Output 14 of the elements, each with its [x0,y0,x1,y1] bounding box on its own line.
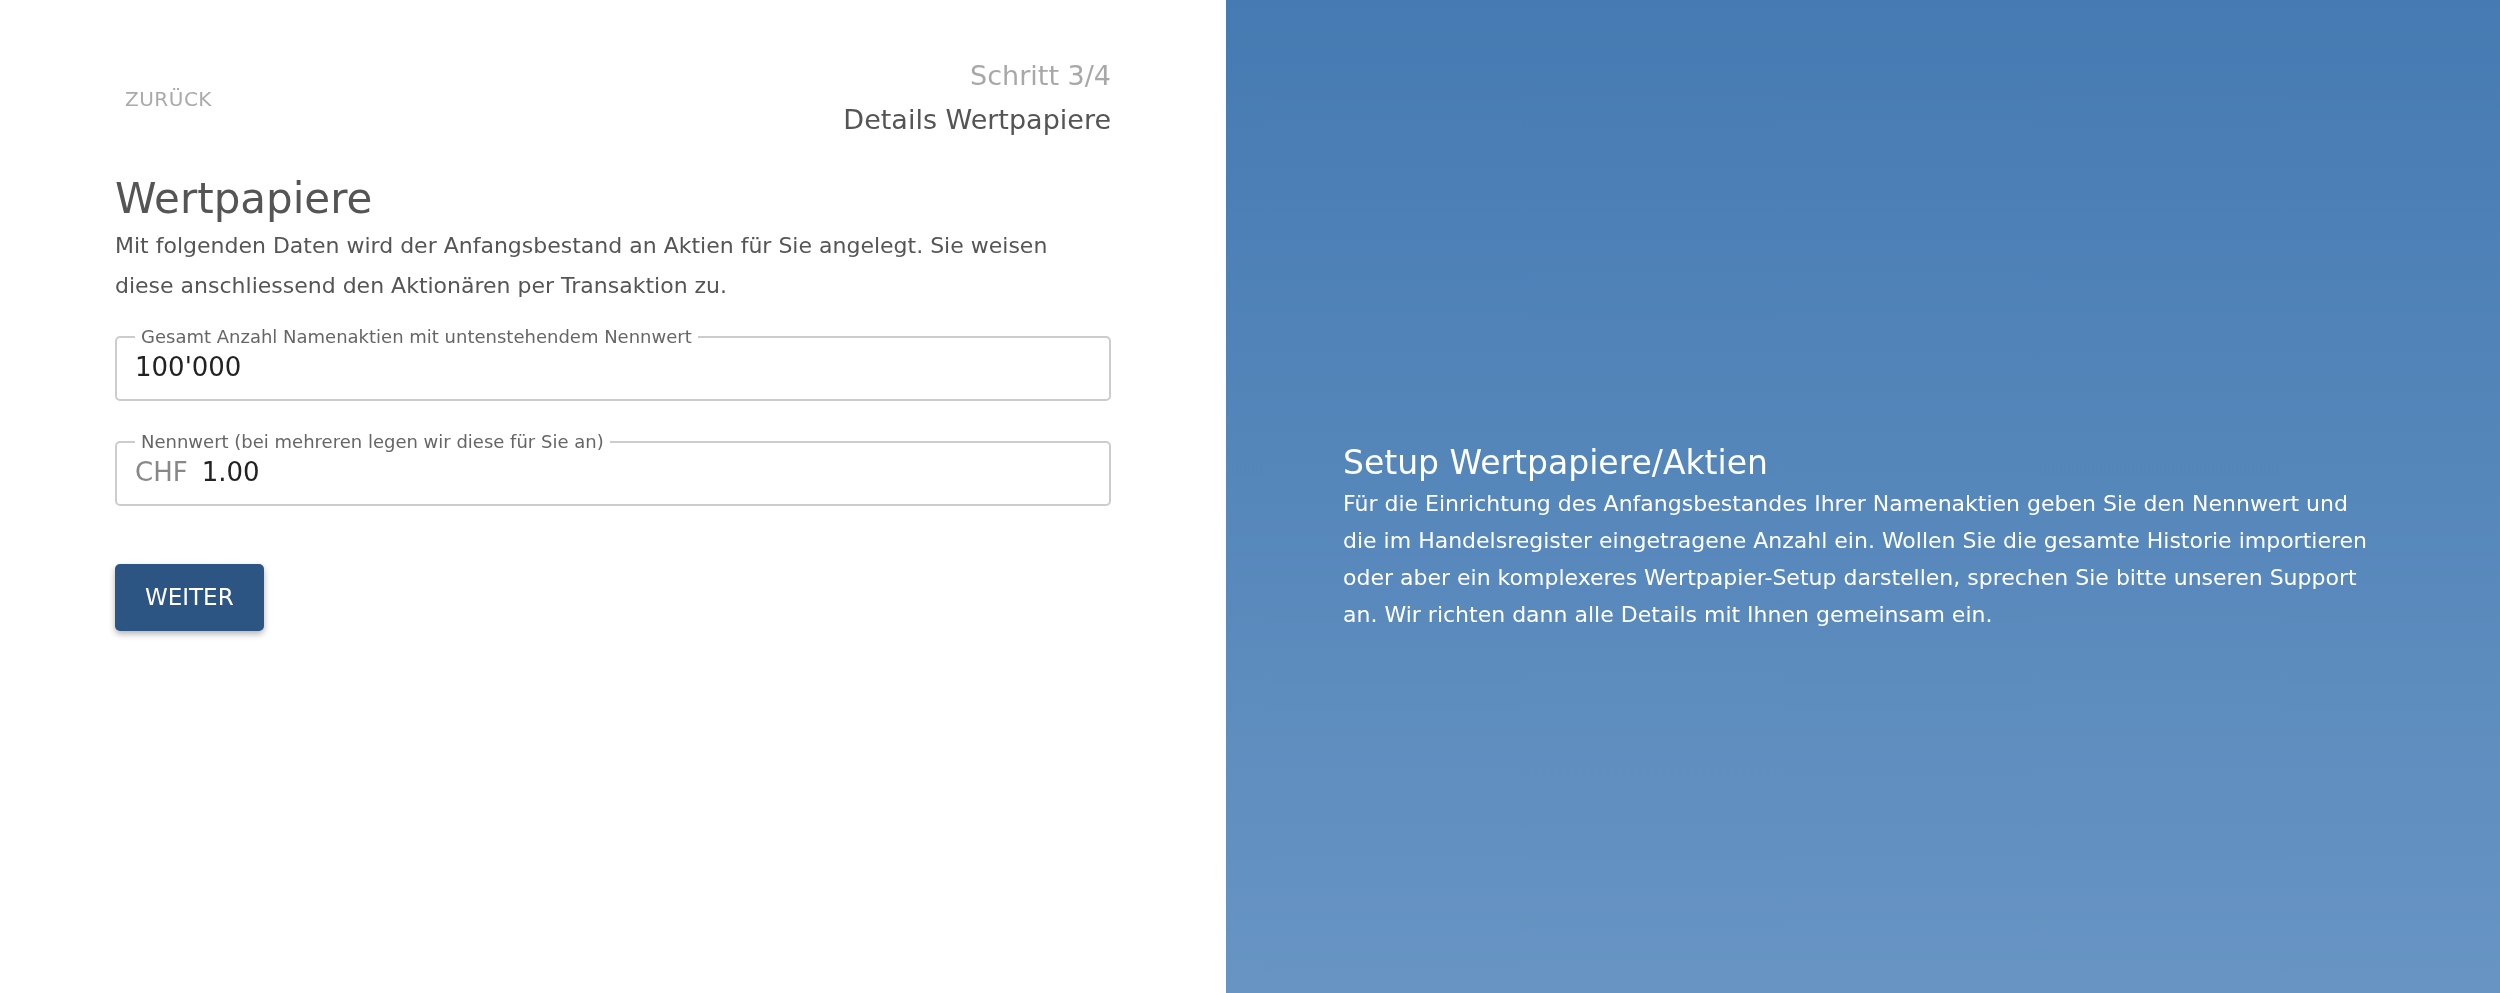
field-label: Gesamt Anzahl Namenaktien mit untenstehendem Nennwert [140,326,693,348]
input-field[interactable]: Gesamt Anzahl Namenaktien mit untenstehendem Nennwert 100'000 [115,326,1111,401]
continue-button[interactable]: WEITER [115,564,264,631]
form-description: Mit folgenden Daten wird der Anfangsbestand an Aktien für Sie angelegt. Sie weisen diese anschliessend den Aktionären per Transaktion zu. [115,232,1049,300]
currency-prefix: CHF [135,456,188,489]
input-field[interactable]: Nennwert (bei mehreren legen wir diese für Sie an) CHF 1.00 [115,431,1111,506]
form-title: Wertpapiere [115,173,374,225]
field-value: 1.00 [201,456,260,489]
info-title: Setup Wertpapiere/Aktien [1343,441,1768,484]
step-counter: Schritt 3/4 [970,59,1111,93]
field-label: Nennwert (bei mehreren legen wir diese für Sie an) [140,431,605,453]
step-title: Details Wertpapiere [843,103,1111,137]
field-value: 100'000 [135,351,242,384]
info-text: Für die Einrichtung des Anfangsbestandes Ihrer Namenaktien geben Sie den Nennwert und die im Handelsregister eingetragene Anzahl ein. Wollen Sie die gesamte Historie importieren oder aber ein komplexeres Wertpapier-Setup darstellen, sprechen Sie bitte unseren Support an. Wir richten dann alle Details mit Ihnen gemeinsam ein. [1343,489,2368,629]
